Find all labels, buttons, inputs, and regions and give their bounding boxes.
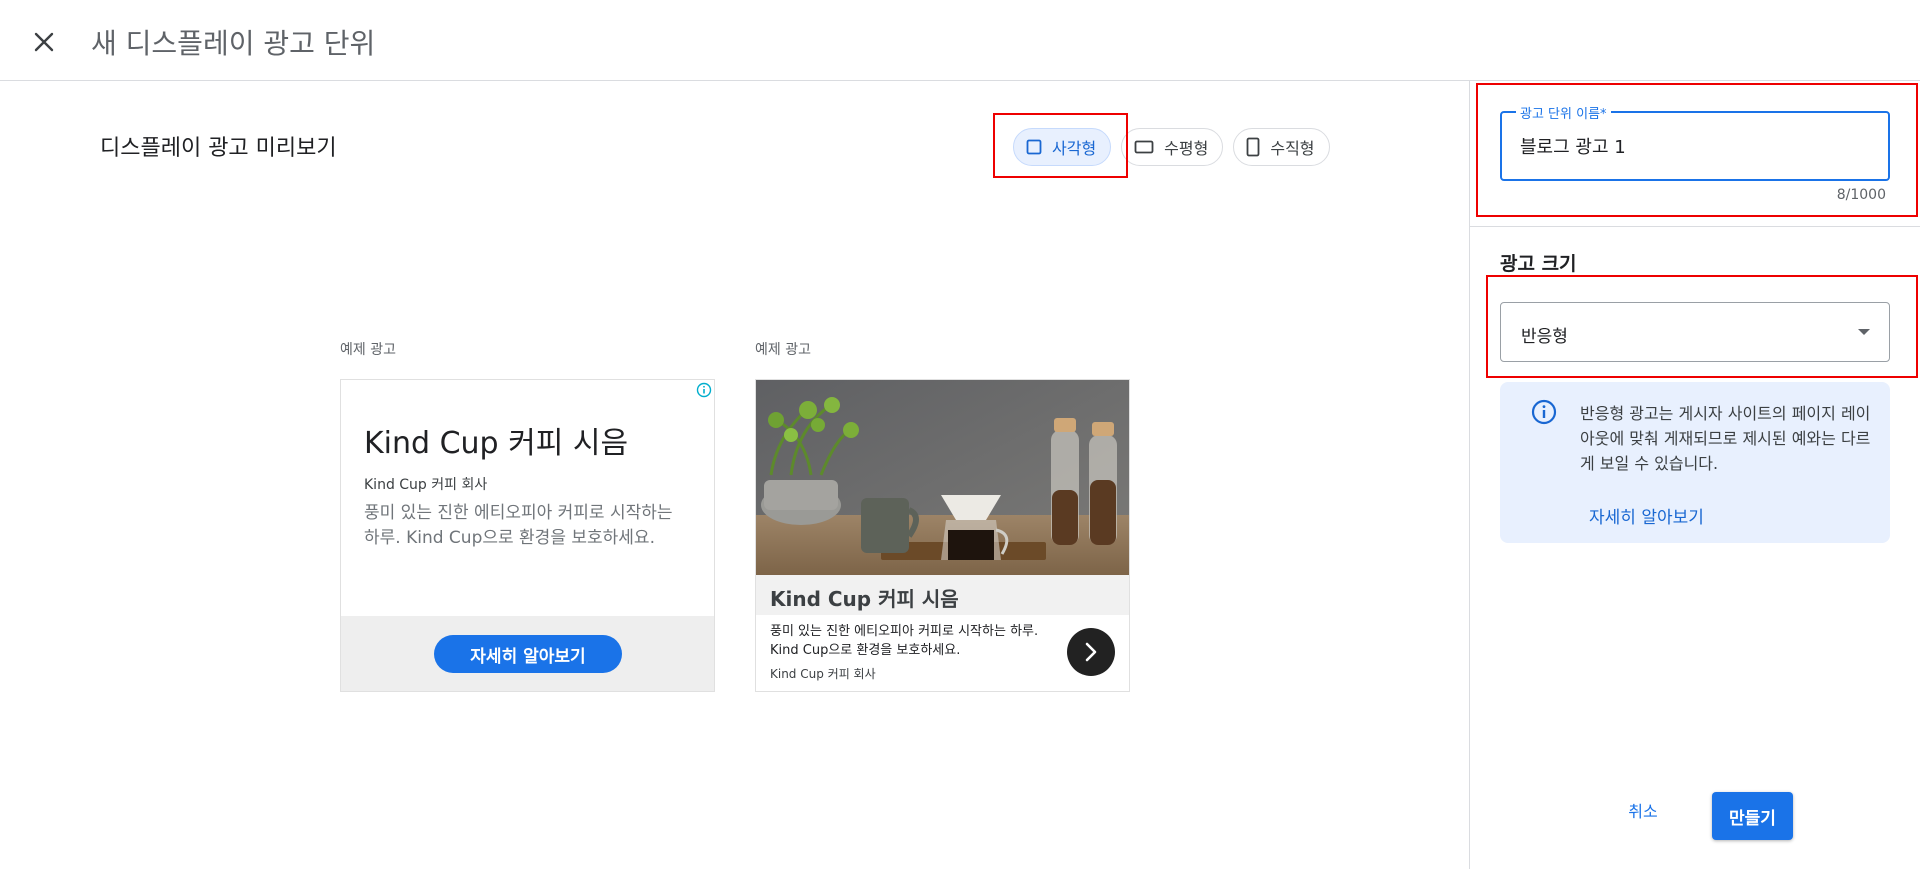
top-bar: 새 디스플레이 광고 단위 bbox=[0, 0, 1920, 81]
horizontal-rect-icon bbox=[1134, 140, 1154, 154]
learn-more-link[interactable]: 자세히 알아보기 bbox=[1589, 503, 1704, 528]
dropdown-arrow-icon bbox=[1858, 329, 1870, 335]
notice-text: 반응형 광고는 게시자 사이트의 페이지 레이아웃에 맞춰 게재되므로 제시된 … bbox=[1580, 404, 1871, 473]
ad-label: 예제 광고 bbox=[340, 342, 396, 358]
preview-area: 디스플레이 광고 미리보기 사각형 수평형 수직형 예제 광고 예제 광고 Ki… bbox=[0, 81, 1469, 869]
ad-cta-area: 자세히 알아보기 bbox=[341, 616, 714, 691]
ad-info-icon[interactable] bbox=[696, 382, 712, 403]
ad-unit-name-field[interactable]: 광고 단위 이름* bbox=[1500, 103, 1890, 181]
ad-headline: Kind Cup 커피 시음 bbox=[770, 587, 959, 611]
ad-arrow-button[interactable] bbox=[1067, 628, 1115, 676]
ad-size-label: 광고 크기 bbox=[1500, 253, 1577, 275]
shape-chip-label: 사각형 bbox=[1052, 139, 1097, 158]
chevron-right-icon bbox=[1085, 642, 1097, 662]
shape-chip-horizontal[interactable]: 수평형 bbox=[1121, 128, 1224, 166]
sample-ad-text: Kind Cup 커피 시음 Kind Cup 커피 회사 풍미 있는 진한 에… bbox=[340, 379, 715, 692]
settings-panel: 광고 단위 이름* 8/1000 광고 크기 반응형 반응형 광고는 게시자 사… bbox=[1469, 81, 1920, 869]
responsive-info-notice: 반응형 광고는 게시자 사이트의 페이지 레이아웃에 맞춰 게재되므로 제시된 … bbox=[1500, 382, 1890, 543]
create-button[interactable]: 만들기 bbox=[1712, 792, 1793, 840]
shape-chip-label: 수평형 bbox=[1164, 139, 1209, 158]
ad-unit-name-input[interactable] bbox=[1520, 131, 1870, 161]
ad-size-value: 반응형 bbox=[1521, 327, 1568, 347]
ad-company: Kind Cup 커피 회사 bbox=[364, 477, 488, 493]
close-icon bbox=[34, 32, 54, 52]
preview-title: 디스플레이 광고 미리보기 bbox=[100, 136, 337, 161]
divider bbox=[1470, 226, 1920, 227]
vertical-rect-icon bbox=[1246, 137, 1260, 157]
ad-size-select[interactable]: 반응형 bbox=[1500, 302, 1890, 362]
shape-chip-vertical[interactable]: 수직형 bbox=[1233, 128, 1330, 166]
ad-company: Kind Cup 커피 회사 bbox=[770, 667, 876, 681]
coffee-product-image bbox=[756, 380, 1129, 575]
info-icon bbox=[1531, 399, 1557, 425]
square-icon bbox=[1026, 139, 1042, 155]
shape-chip-square[interactable]: 사각형 bbox=[1013, 128, 1112, 166]
ad-description: 풍미 있는 진한 에티오피아 커피로 시작하는 하루. Kind Cup으로 환… bbox=[364, 503, 673, 548]
ad-cta-button[interactable]: 자세히 알아보기 bbox=[434, 635, 622, 673]
close-button[interactable] bbox=[26, 24, 62, 60]
shape-selector: 사각형 수평형 수직형 bbox=[1013, 128, 1330, 166]
cancel-button[interactable]: 취소 bbox=[1613, 792, 1673, 828]
ad-unit-name-label: 광고 단위 이름* bbox=[1516, 103, 1611, 122]
ad-description: 풍미 있는 진한 에티오피아 커피로 시작하는 하루. Kind Cup으로 환… bbox=[770, 624, 1039, 658]
ad-headline: Kind Cup 커피 시음 bbox=[364, 426, 629, 461]
ad-title-band: Kind Cup 커피 시음 bbox=[756, 575, 1129, 615]
ad-label: 예제 광고 bbox=[755, 342, 811, 358]
character-counter: 8/1000 bbox=[1836, 187, 1886, 203]
sample-ad-image: Kind Cup 커피 시음 풍미 있는 진한 에티오피아 커피로 시작하는 하… bbox=[755, 379, 1130, 692]
shape-chip-label: 수직형 bbox=[1270, 139, 1315, 158]
page-title: 새 디스플레이 광고 단위 bbox=[91, 27, 376, 60]
